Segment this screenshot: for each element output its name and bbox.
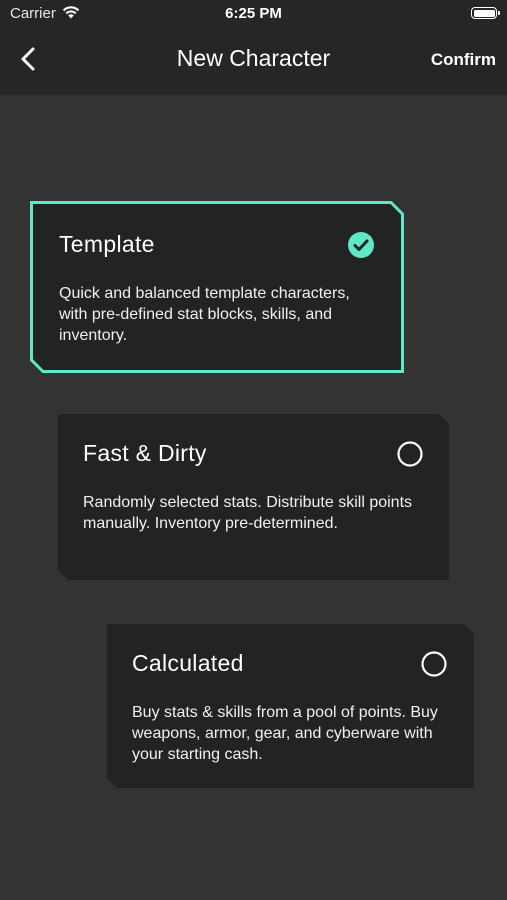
option-card-calculated[interactable]: Calculated Buy stats & skills from a poo… xyxy=(107,624,474,788)
new-character-screen: Carrier 6:25 PM New Character Confirm Te… xyxy=(0,0,507,900)
option-description: Quick and balanced template characters, … xyxy=(59,285,350,344)
option-title: Template xyxy=(59,231,155,257)
checkmark-circle-icon xyxy=(348,232,374,258)
battery-icon xyxy=(471,7,500,19)
confirm-button[interactable]: Confirm xyxy=(431,50,496,70)
option-description: Buy stats & skills from a pool of points… xyxy=(132,704,438,763)
option-description: Randomly selected stats. Distribute skil… xyxy=(83,494,413,532)
navigation-bar: Carrier 6:25 PM New Character Confirm xyxy=(0,0,507,95)
option-card-fast-and-dirty[interactable]: Fast & Dirty Randomly selected stats. Di… xyxy=(58,414,449,580)
option-card-template[interactable]: Template Quick and balanced template cha… xyxy=(30,201,404,373)
radio-unselected-icon xyxy=(397,441,423,467)
clock: 6:25 PM xyxy=(225,5,282,22)
status-bar: Carrier 6:25 PM xyxy=(0,0,507,28)
option-title: Calculated xyxy=(132,650,244,676)
option-title: Fast & Dirty xyxy=(83,440,207,466)
radio-unselected-icon xyxy=(421,651,447,677)
